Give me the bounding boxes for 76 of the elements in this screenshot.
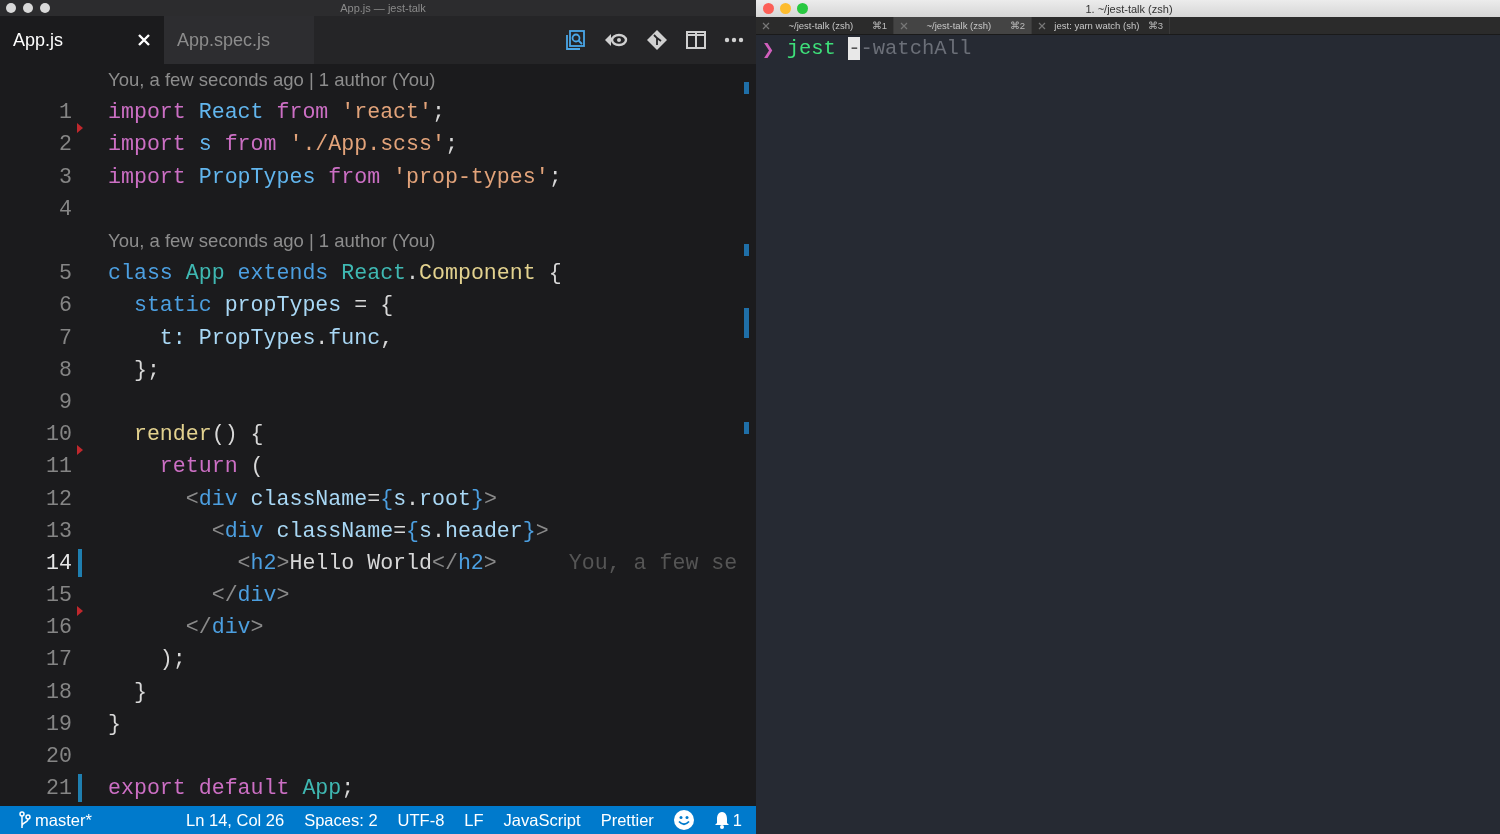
- bell-icon: [713, 811, 730, 829]
- code-line: export default App;: [108, 776, 355, 801]
- line-number: 6: [58, 293, 72, 318]
- code-line: </div>: [184, 615, 264, 640]
- line-number: 11: [45, 454, 72, 479]
- terminal-tab[interactable]: ~/jest-talk (zsh) ⌘2: [894, 17, 1032, 34]
- code-line: );: [158, 647, 186, 672]
- autosuggestion: --watchAll: [848, 37, 972, 60]
- ruler-mark: [744, 422, 749, 434]
- more-icon[interactable]: [724, 37, 744, 43]
- status-item[interactable]: Spaces: 2: [304, 810, 378, 830]
- code-line: return (: [158, 454, 264, 479]
- line-number: 14: [45, 550, 72, 575]
- code-line: class App extends React.Component {: [108, 261, 562, 286]
- branch-status[interactable]: master*: [18, 810, 92, 830]
- line-number: 21: [45, 776, 72, 801]
- window-control-dot[interactable]: [763, 3, 774, 14]
- code-line: import s from './App.scss';: [108, 132, 458, 157]
- editor-tab[interactable]: App.spec.js: [164, 16, 314, 64]
- line-number: 4: [58, 196, 72, 221]
- ruler-mark: [744, 82, 749, 94]
- line-number: 16: [45, 615, 72, 640]
- line-number: 19: [45, 711, 72, 736]
- line-number: 2: [58, 132, 72, 157]
- line-number: 18: [45, 679, 72, 704]
- branch-icon: [18, 811, 32, 829]
- code-line: t: PropTypes.func,: [158, 325, 394, 350]
- code-line: import React from 'react';: [108, 100, 445, 125]
- git-diamond-icon[interactable]: [646, 29, 668, 51]
- status-item[interactable]: JavaScript: [503, 810, 581, 830]
- smiley-icon[interactable]: [673, 810, 694, 830]
- window-title: App.js — jest-talk: [339, 2, 427, 14]
- split-editor-icon[interactable]: [686, 31, 706, 49]
- line-number: 20: [45, 744, 72, 769]
- terminal-command: jest: [786, 37, 836, 60]
- notifications-status[interactable]: 1: [713, 810, 742, 830]
- ruler-mark: [744, 308, 749, 338]
- line-number: 3: [58, 164, 72, 189]
- window-control-dot[interactable]: [40, 3, 50, 13]
- window-control-dot[interactable]: [797, 3, 808, 14]
- code-line: };: [132, 357, 160, 382]
- search-file-icon[interactable]: [564, 29, 586, 51]
- status-item[interactable]: UTF-8: [397, 810, 445, 830]
- status-item[interactable]: Prettier: [600, 810, 654, 830]
- line-number: 12: [45, 486, 72, 511]
- window-control-dot[interactable]: [23, 3, 33, 13]
- window-control-dot[interactable]: [780, 3, 791, 14]
- code-line: static propTypes = {: [132, 293, 394, 318]
- editor-tab[interactable]: App.js: [0, 16, 164, 64]
- status-item[interactable]: LF: [464, 810, 484, 830]
- eye-arrow-icon[interactable]: [604, 32, 628, 48]
- line-number: 1: [58, 100, 72, 125]
- line-number: 5: [58, 261, 72, 286]
- ruler-mark: [744, 244, 749, 256]
- line-number: 13: [45, 518, 72, 543]
- code-line: }: [132, 679, 147, 704]
- line-number: 10: [45, 422, 72, 447]
- code-line: }: [108, 711, 121, 736]
- code-line: import PropTypes from 'prop-types';: [108, 164, 562, 189]
- prompt-symbol: ❯: [762, 38, 775, 62]
- window-title: 1. ~/jest-talk (zsh): [1084, 2, 1174, 15]
- window-control-dot[interactable]: [6, 3, 16, 13]
- line-number: 9: [58, 389, 72, 414]
- code-line: <div className={s.root}>: [184, 486, 497, 511]
- code-line: <div className={s.header}>: [210, 518, 549, 543]
- code-line: <h2>Hello World</h2>: [236, 550, 497, 575]
- inline-blame: You, a few se: [568, 550, 738, 575]
- blame-annotation[interactable]: You, a few seconds ago | 1 author (You): [0, 69, 436, 92]
- line-number: 8: [58, 357, 72, 382]
- line-number: 15: [45, 583, 72, 608]
- line-number: 17: [45, 647, 72, 672]
- code-line: render() {: [132, 422, 264, 447]
- line-number: 7: [58, 325, 72, 350]
- code-line: </div>: [210, 583, 290, 608]
- blame-annotation[interactable]: You, a few seconds ago | 1 author (You): [0, 230, 436, 253]
- status-item[interactable]: Ln 14, Col 26: [186, 810, 285, 830]
